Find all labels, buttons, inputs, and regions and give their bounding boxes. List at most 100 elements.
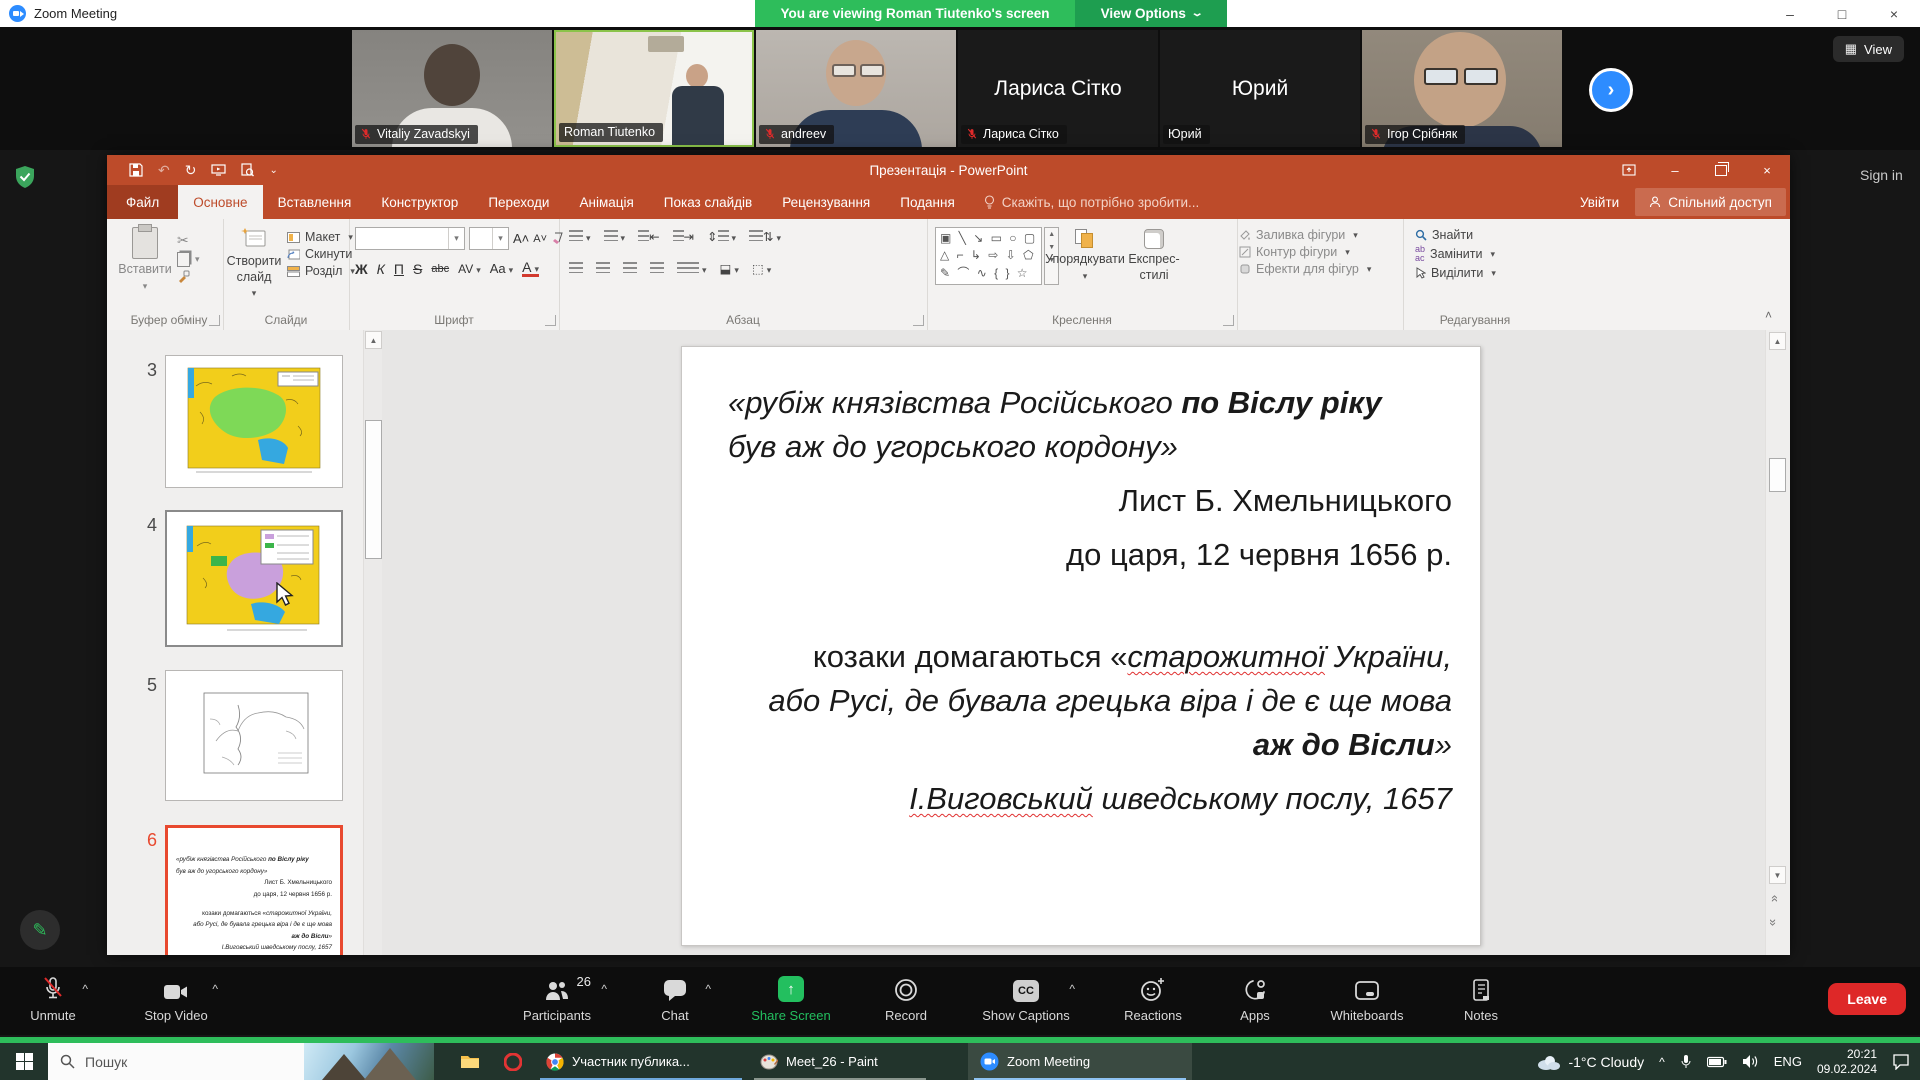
taskbar-chrome-task[interactable]: Участник публика... bbox=[534, 1043, 748, 1080]
tab-design[interactable]: Конструктор bbox=[366, 185, 473, 219]
participant-tile[interactable]: Vitaliy Zavadskyi bbox=[352, 30, 552, 147]
taskbar-paint-task[interactable]: Meet_26 - Paint bbox=[748, 1043, 932, 1080]
text-direction-button[interactable]: ⇅ bbox=[749, 229, 781, 244]
audio-options-caret[interactable]: ^ bbox=[82, 982, 88, 996]
paste-button[interactable]: Вставити ▾ bbox=[119, 227, 171, 292]
align-left-button[interactable] bbox=[569, 262, 583, 276]
taskbar-clock[interactable]: 20:21 09.02.2024 bbox=[1817, 1047, 1877, 1077]
reactions-button[interactable]: Reactions bbox=[1111, 976, 1195, 1023]
tab-view[interactable]: Подання bbox=[885, 185, 970, 219]
scrollbar-thumb[interactable] bbox=[1769, 458, 1786, 492]
ribbon-display-options-button[interactable] bbox=[1606, 155, 1652, 185]
language-indicator[interactable]: ENG bbox=[1774, 1054, 1802, 1069]
taskbar-search-input[interactable]: Пошук bbox=[48, 1043, 434, 1080]
taskbar-file-explorer[interactable] bbox=[448, 1043, 492, 1080]
font-size-combobox[interactable]: ▾ bbox=[469, 227, 509, 250]
undo-icon[interactable]: ↶ bbox=[158, 162, 170, 179]
decrease-indent-button[interactable]: ⇤ bbox=[638, 229, 659, 244]
chat-button[interactable]: ^ Chat bbox=[639, 976, 711, 1023]
view-options-button[interactable]: View Options⌄ bbox=[1075, 0, 1227, 27]
annotation-pencil-button[interactable]: ✎ bbox=[20, 910, 60, 950]
copy-button[interactable]: ▾ bbox=[177, 252, 200, 267]
font-color-button[interactable]: A bbox=[522, 260, 539, 277]
numbering-button[interactable] bbox=[604, 230, 626, 244]
arrange-button[interactable]: Упорядкувати ▾ bbox=[1045, 229, 1125, 282]
section-button[interactable]: Розділ bbox=[287, 264, 355, 278]
new-slide-button[interactable]: Створити слайд ▾ bbox=[225, 227, 283, 300]
tab-insert[interactable]: Вставлення bbox=[263, 185, 367, 219]
strikethrough-button[interactable]: S bbox=[413, 261, 422, 277]
participant-tile[interactable]: Лариса Сітко Лариса Сітко bbox=[958, 30, 1158, 147]
increase-indent-button[interactable]: ⇥ bbox=[673, 229, 694, 244]
justify-button[interactable] bbox=[650, 262, 664, 276]
line-spacing-button[interactable]: ⇕ bbox=[707, 229, 736, 244]
close-button[interactable]: × bbox=[1868, 0, 1920, 27]
scroll-up-arrow[interactable]: ▲ bbox=[365, 331, 382, 349]
taskbar-zoom-task[interactable]: Zoom Meeting bbox=[968, 1043, 1192, 1080]
participant-tile-active-speaker[interactable]: Roman Tiutenko bbox=[554, 30, 754, 147]
shrink-font-button[interactable]: A˅ bbox=[533, 233, 547, 245]
ppt-restore-button[interactable] bbox=[1698, 155, 1744, 185]
align-text-button[interactable]: ⬓ bbox=[720, 261, 739, 276]
weather-widget[interactable]: -1°C Cloudy bbox=[1536, 1054, 1644, 1070]
redo-icon[interactable]: ↻ bbox=[185, 162, 197, 179]
view-layout-button[interactable]: ▦ View bbox=[1833, 36, 1904, 62]
cut-button[interactable]: ✂ bbox=[177, 232, 200, 249]
participants-caret[interactable]: ^ bbox=[601, 982, 607, 996]
whiteboards-button[interactable]: Whiteboards bbox=[1315, 976, 1419, 1023]
tab-animations[interactable]: Анімація bbox=[564, 185, 648, 219]
save-icon[interactable] bbox=[129, 163, 143, 177]
stop-video-button[interactable]: ^ Stop Video bbox=[124, 976, 228, 1023]
record-button[interactable]: Record bbox=[871, 976, 941, 1023]
slide-thumbnail-5[interactable] bbox=[165, 670, 343, 801]
align-center-button[interactable] bbox=[596, 262, 610, 276]
security-shield-icon[interactable] bbox=[14, 165, 36, 189]
minimize-button[interactable]: – bbox=[1764, 0, 1816, 27]
underline-button[interactable]: П bbox=[394, 261, 404, 277]
leave-button[interactable]: Leave bbox=[1828, 983, 1906, 1015]
share-screen-button[interactable]: ↑ Share Screen bbox=[741, 976, 841, 1023]
print-preview-icon[interactable] bbox=[241, 163, 254, 177]
notification-center-icon[interactable] bbox=[1892, 1054, 1910, 1070]
tab-slideshow[interactable]: Показ слайдів bbox=[649, 185, 767, 219]
drawing-dialog-launcher[interactable] bbox=[1223, 315, 1234, 326]
next-participants-arrow[interactable]: › bbox=[1589, 68, 1633, 112]
font-dialog-launcher[interactable] bbox=[545, 315, 556, 326]
video-options-caret[interactable]: ^ bbox=[212, 982, 218, 996]
tab-review[interactable]: Рецензування bbox=[767, 185, 885, 219]
align-right-button[interactable] bbox=[623, 262, 637, 276]
participants-button[interactable]: ^ 26 Participants bbox=[505, 976, 609, 1023]
change-case-button[interactable]: Aa bbox=[490, 261, 513, 276]
tab-file[interactable]: Файл bbox=[107, 185, 178, 219]
slide-thumbnail-3[interactable] bbox=[165, 355, 343, 488]
speaker-icon[interactable] bbox=[1742, 1054, 1759, 1069]
scrollbar-thumb[interactable] bbox=[365, 420, 382, 559]
ppt-close-button[interactable]: × bbox=[1744, 155, 1790, 185]
clipboard-dialog-launcher[interactable] bbox=[209, 315, 220, 326]
text-shadow-button[interactable]: abc bbox=[431, 263, 449, 275]
character-spacing-button[interactable]: AV bbox=[458, 262, 481, 276]
tray-expand-caret[interactable]: ^ bbox=[1659, 1055, 1665, 1069]
desktop-sign-in-text[interactable]: Sign in bbox=[1860, 167, 1903, 183]
format-painter-button[interactable] bbox=[177, 270, 200, 283]
unmute-button[interactable]: ^ Unmute bbox=[10, 976, 96, 1023]
participant-tile[interactable]: Юрий Юрий bbox=[1160, 30, 1360, 147]
tab-transitions[interactable]: Переходи bbox=[473, 185, 564, 219]
slide-thumbnail-4[interactable] bbox=[165, 510, 343, 647]
slide-thumbnail-6-selected[interactable]: «рубіж князівства Російського по Віслу р… bbox=[165, 825, 343, 955]
slide-canvas[interactable]: «рубіж князівства Російського по Віслу р… bbox=[681, 346, 1481, 946]
find-button[interactable]: Знайти bbox=[1415, 228, 1555, 242]
select-button[interactable]: Виділити bbox=[1415, 266, 1555, 280]
customize-qat-icon[interactable]: ⌄ bbox=[269, 165, 277, 176]
participant-tile[interactable]: Ігор Срібняк bbox=[1362, 30, 1562, 147]
notes-button[interactable]: Notes bbox=[1449, 976, 1513, 1023]
tab-home[interactable]: Основне bbox=[178, 185, 262, 219]
reset-button[interactable]: Скинути bbox=[287, 247, 355, 261]
participant-tile[interactable]: andreev bbox=[756, 30, 956, 147]
scroll-up-arrow[interactable]: ▲ bbox=[1769, 332, 1786, 350]
bullets-button[interactable] bbox=[569, 230, 591, 244]
ppt-share-button[interactable]: Спільний доступ bbox=[1635, 188, 1786, 216]
taskbar-opera[interactable] bbox=[492, 1043, 534, 1080]
maximize-button[interactable]: □ bbox=[1816, 0, 1868, 27]
paragraph-dialog-launcher[interactable] bbox=[913, 315, 924, 326]
